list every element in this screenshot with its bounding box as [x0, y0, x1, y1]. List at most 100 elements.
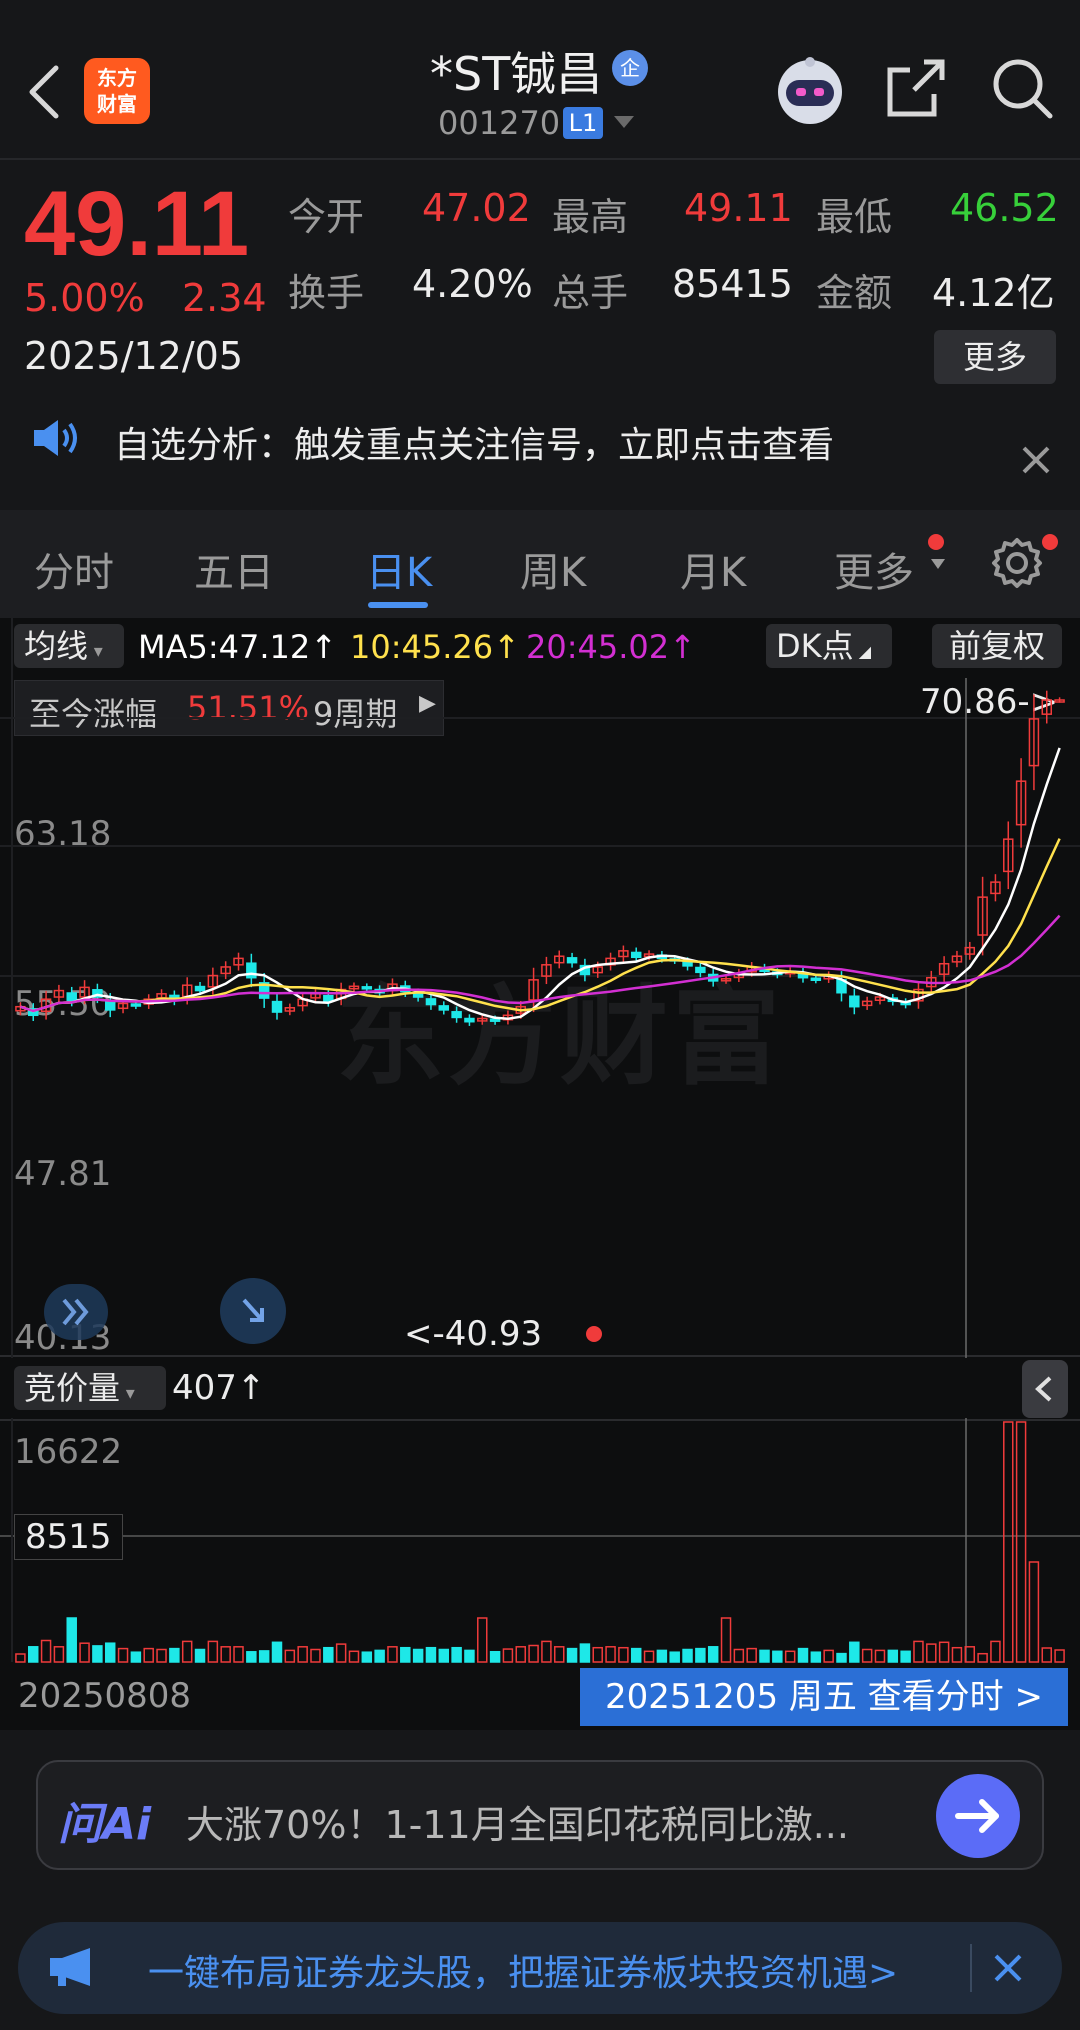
- view-intraday-link[interactable]: 20251205 周五 查看分时 >: [580, 1668, 1068, 1726]
- volume-bar-64: [836, 1652, 847, 1663]
- volume-selector[interactable]: 竞价量 ▾: [14, 1366, 166, 1410]
- stock-title: *ST铖昌: [430, 38, 602, 104]
- speaker-icon: [30, 416, 82, 460]
- volume-bar-67: [874, 1649, 886, 1663]
- volume-bar-58: [759, 1649, 770, 1663]
- candle-body-37: [489, 1018, 501, 1022]
- volume-bar-62: [810, 1651, 822, 1663]
- volume-bar-1: [28, 1646, 39, 1663]
- chevron-down-icon[interactable]: [612, 112, 636, 136]
- candle-body-34: [451, 1011, 462, 1019]
- volume-bar-53: [695, 1647, 706, 1663]
- volume-label: 总手: [552, 271, 629, 315]
- candle-body-62: [810, 977, 822, 981]
- ai-prompt-text[interactable]: 大涨70%！1-11月全国印花税同比激...: [186, 1794, 849, 1849]
- volume-bar-14: [194, 1648, 206, 1663]
- volume-bar-21: [284, 1649, 296, 1663]
- volume-bar-59: [772, 1650, 783, 1663]
- volume-grid: [0, 1418, 1080, 1662]
- volume-bar-18: [246, 1651, 257, 1663]
- volume-bar-38: [502, 1648, 514, 1663]
- candle-body-53: [695, 966, 706, 974]
- stock-name: *ST铖昌: [430, 47, 603, 101]
- promo-banner-text[interactable]: 一键布局证券龙头股，把握证券板块投资机遇>: [148, 1944, 898, 1996]
- search-icon[interactable]: [990, 56, 1054, 120]
- tab-monthly-k[interactable]: 月K: [680, 540, 746, 598]
- ai-logo: 问Ai: [58, 1799, 152, 1850]
- back-icon[interactable]: [22, 62, 66, 122]
- amount-value: 4.12亿: [932, 271, 1055, 315]
- volume-bar-56: [733, 1648, 745, 1663]
- dk-signal-dot: [586, 1326, 602, 1342]
- tab-five-day[interactable]: 五日: [194, 540, 274, 598]
- volume-y-label-2: 8515: [14, 1514, 123, 1560]
- more-quote-button[interactable]: 更多: [934, 330, 1056, 384]
- banner-divider: [970, 1944, 972, 1992]
- volume-bar-22: [297, 1646, 308, 1663]
- volume-bar-28: [374, 1649, 385, 1663]
- volume-bar-4: [66, 1617, 77, 1663]
- level-badge[interactable]: L1: [563, 107, 603, 139]
- close-icon[interactable]: [1018, 442, 1054, 478]
- candle-body-32: [425, 998, 437, 1006]
- app-logo[interactable]: 东方 财富: [84, 58, 150, 124]
- volume-bar-76: [990, 1640, 1001, 1663]
- candle-body-65: [849, 995, 860, 1008]
- gear-icon[interactable]: [990, 536, 1044, 590]
- logo-line2: 财富: [97, 92, 137, 116]
- volume-value: 407↑: [172, 1368, 266, 1408]
- collapse-panel-button[interactable]: [1022, 1360, 1068, 1418]
- volume-y-label-1: 16622: [14, 1432, 123, 1472]
- share-icon[interactable]: [884, 56, 948, 120]
- volume-bar-11: [156, 1648, 167, 1663]
- enterprise-badge: 企: [612, 50, 648, 86]
- signal-icon[interactable]: [220, 1278, 286, 1344]
- volume-bar-77: [1003, 1421, 1014, 1663]
- volume-bar-51: [669, 1651, 680, 1663]
- volume-bar-68: [887, 1649, 899, 1663]
- volume-bar-79: [1028, 1561, 1040, 1663]
- ai-send-button[interactable]: [936, 1774, 1020, 1858]
- candle-body-20: [271, 1000, 283, 1013]
- kline-chart[interactable]: [0, 618, 1080, 1358]
- robot-avatar-icon[interactable]: [770, 50, 850, 130]
- volume-bar-55: [720, 1617, 732, 1663]
- volume-bar-24: [323, 1646, 334, 1663]
- active-tab-indicator: [368, 602, 428, 608]
- volume-selector-caret: ▾: [120, 1383, 135, 1404]
- fast-forward-icon[interactable]: [44, 1284, 108, 1340]
- volume-bar-63: [823, 1649, 834, 1663]
- candle-body-43: [566, 957, 578, 964]
- volume-bar-12: [169, 1647, 180, 1663]
- stock-code: 001270: [438, 104, 561, 142]
- tab-daily-k[interactable]: 日K: [366, 540, 432, 598]
- volume-bar-50: [656, 1649, 668, 1663]
- tab-more[interactable]: 更多: [834, 540, 914, 598]
- low-value: 46.52: [950, 186, 1059, 230]
- tab-intraday[interactable]: 分时: [34, 540, 114, 598]
- candle-body-33: [438, 1005, 450, 1011]
- low-label: 最低: [816, 195, 893, 239]
- change-pct: 5.00%: [24, 276, 145, 320]
- volume-bar-42: [554, 1646, 565, 1663]
- turnover-value: 4.20%: [412, 262, 533, 306]
- turnover-label: 换手: [288, 271, 365, 315]
- tab-weekly-k[interactable]: 周K: [520, 540, 586, 598]
- volume-bar-15: [207, 1640, 219, 1663]
- amount-label: 金额: [816, 271, 893, 315]
- high-value: 49.11: [684, 186, 793, 230]
- volume-bar-71: [926, 1643, 937, 1663]
- volume-bar-70: [913, 1640, 924, 1663]
- open-label: 今开: [288, 195, 365, 239]
- volume-bar-34: [451, 1646, 462, 1663]
- notice-text[interactable]: 自选分析：触发重点关注信号，立即点击查看: [114, 416, 834, 468]
- volume-bar-36: [477, 1617, 488, 1663]
- volume-bar-30: [400, 1646, 411, 1663]
- volume-bar-29: [387, 1646, 398, 1663]
- start-date: 20250808: [18, 1676, 192, 1716]
- volume-chart[interactable]: [0, 1418, 1080, 1668]
- banner-close-icon[interactable]: [990, 1950, 1026, 1986]
- volume-bar-17: [233, 1646, 244, 1663]
- volume-bar-32: [425, 1646, 437, 1663]
- volume-bar-41: [541, 1640, 552, 1663]
